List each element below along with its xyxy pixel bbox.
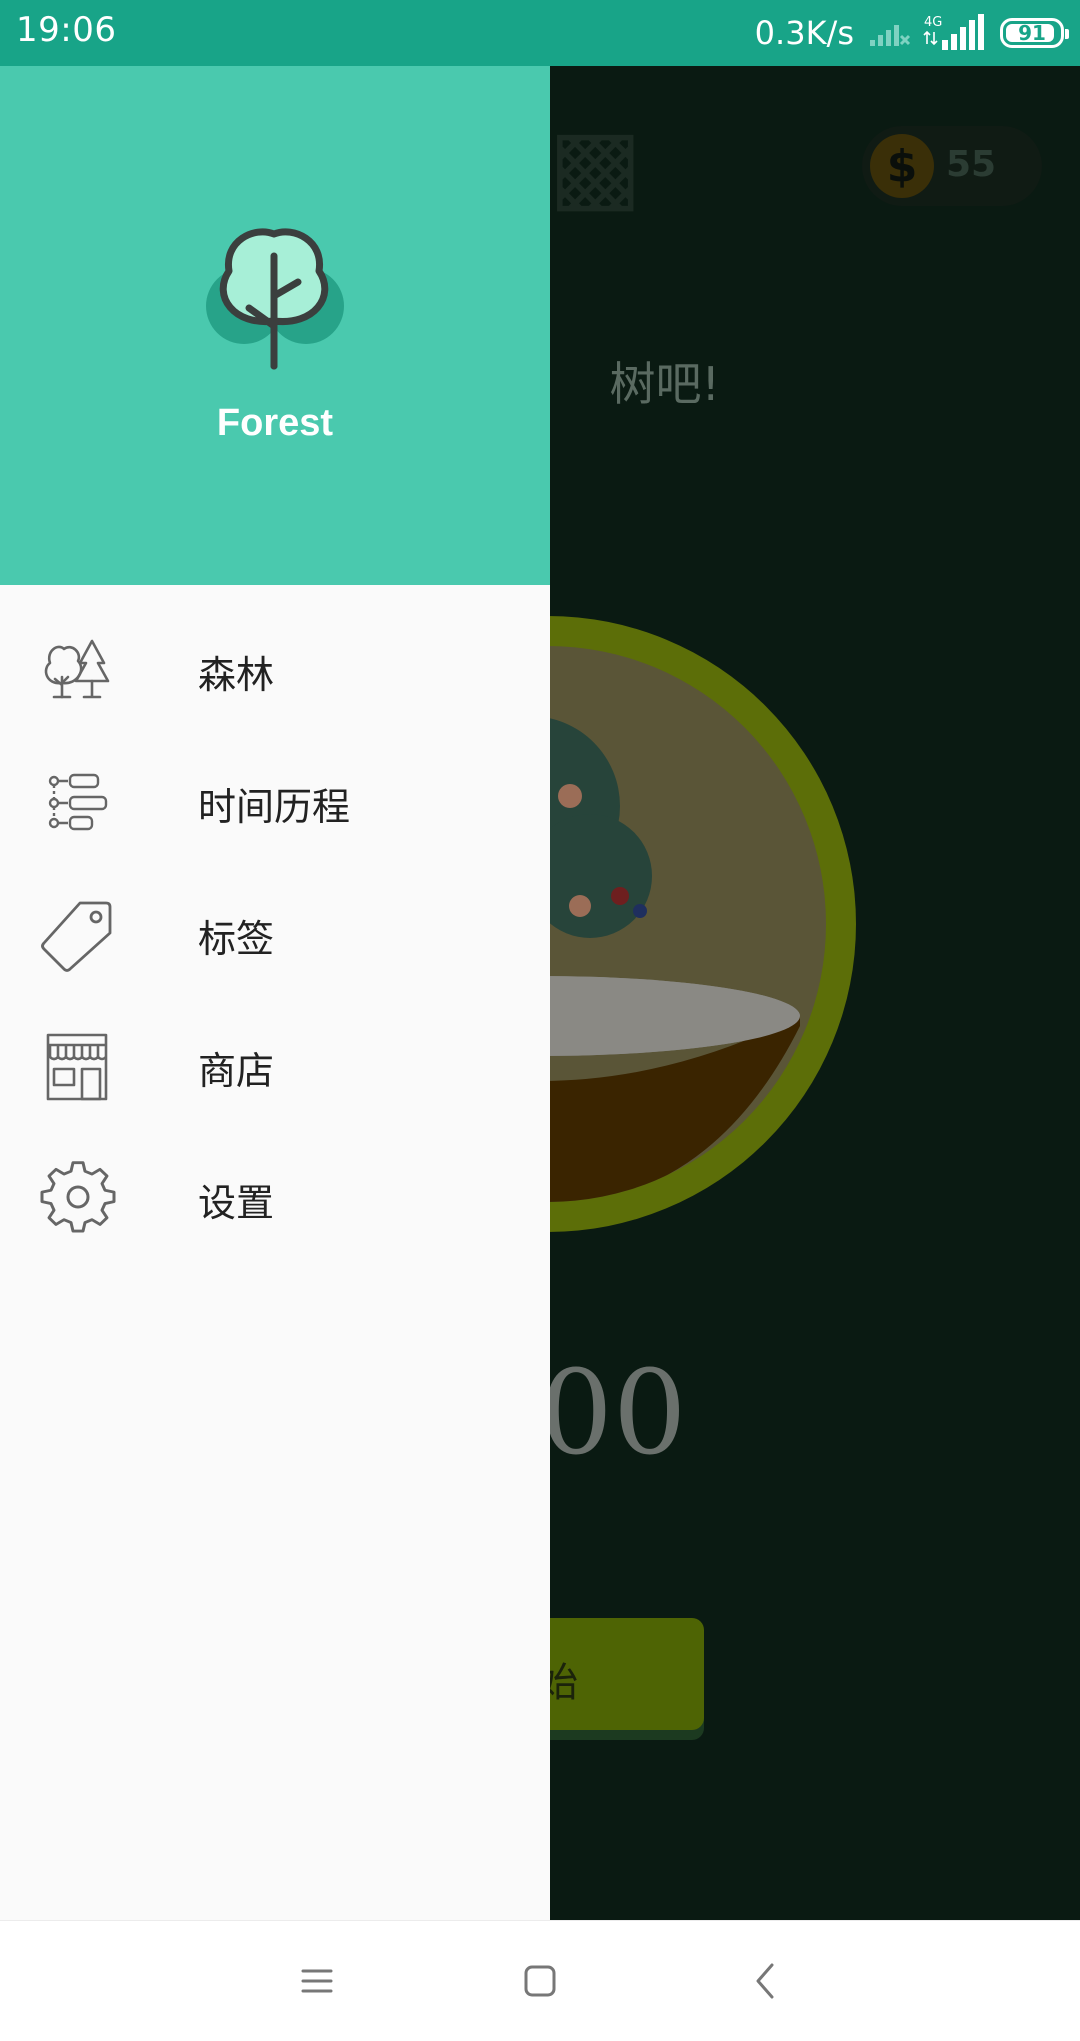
drawer-header: Forest [0,66,550,585]
system-nav-bar [0,1920,1080,2041]
gear-icon [40,1161,116,1237]
battery-icon: 91 [1000,18,1069,48]
menu-icon[interactable] [281,1945,353,2017]
tag-icon [40,897,116,973]
menu-item-tags[interactable]: 标签 [0,869,550,1001]
home-icon[interactable] [504,1945,576,2017]
menu-item-label: 时间历程 [198,784,351,829]
network-type-label: 4G [924,15,942,30]
navigation-drawer: Forest 森林 时间历程 标签 商店 设置 [0,66,550,1920]
coin-icon: $ [870,134,934,198]
net-speed: 0.3K/s [754,14,854,52]
store-icon [40,1029,116,1105]
drawer-menu: 森林 时间历程 标签 商店 设置 [0,605,550,1265]
battery-level: 91 [1018,21,1046,45]
menu-item-settings[interactable]: 设置 [0,1133,550,1265]
menu-item-store[interactable]: 商店 [0,1001,550,1133]
status-bar: 19:06 0.3K/s 4G 91 [0,0,1080,66]
timeline-icon [40,765,116,841]
menu-item-label: 森林 [198,652,275,697]
app-name: Forest [216,402,334,444]
coin-balance[interactable]: $ 55 [862,126,1042,206]
forest-icon [40,633,116,709]
menu-item-label: 标签 [198,916,275,961]
back-icon[interactable] [730,1945,802,2017]
menu-item-label: 设置 [198,1180,275,1225]
cell-signal-icon: 4G [922,14,984,52]
tree-logo-icon [194,216,354,380]
background-title-glyph: ▩ [548,106,643,223]
menu-item-timeline[interactable]: 时间历程 [0,737,550,869]
menu-item-forest[interactable]: 森林 [0,605,550,737]
menu-item-label: 商店 [198,1048,275,1093]
wifi-signal-icon [868,18,912,48]
status-time: 19:06 [16,10,117,50]
status-icons: 0.3K/s 4G 91 [754,8,1069,58]
coin-count: 55 [946,144,997,185]
